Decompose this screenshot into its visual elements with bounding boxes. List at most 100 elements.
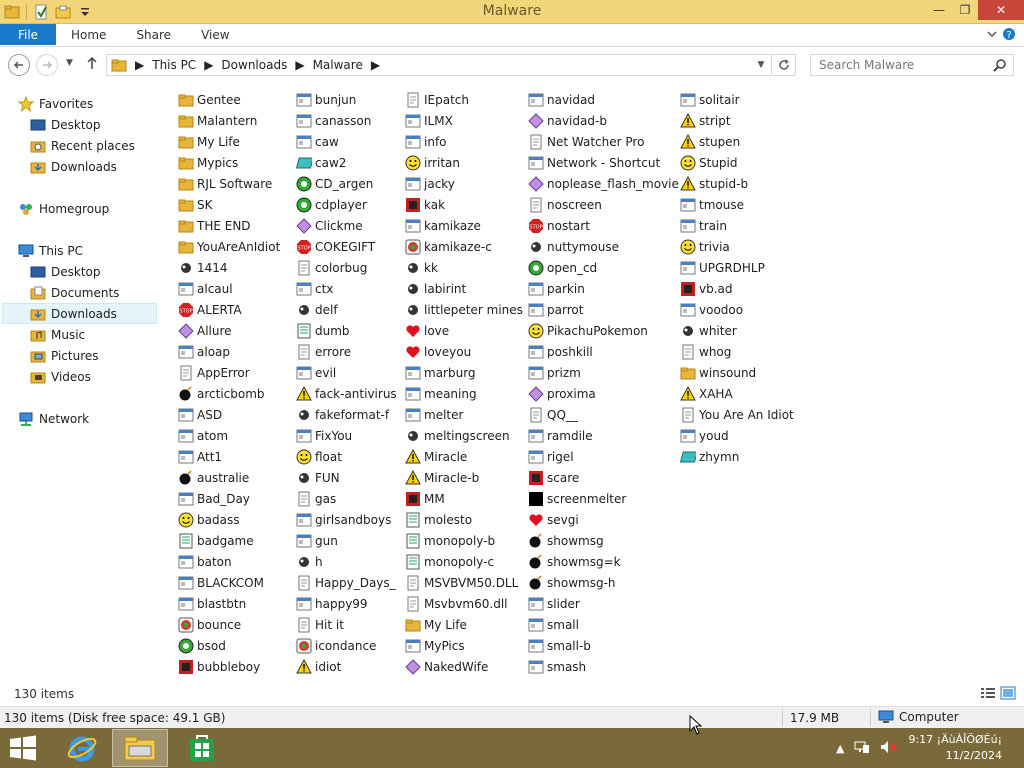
file-item[interactable]: FixYou bbox=[296, 425, 397, 446]
up-button[interactable] bbox=[86, 56, 98, 74]
file-item[interactable]: small-b bbox=[528, 635, 679, 656]
file-item[interactable]: arcticbomb bbox=[178, 383, 280, 404]
file-item[interactable]: STOP ALERTA bbox=[178, 299, 280, 320]
file-item[interactable]: parrot bbox=[528, 299, 679, 320]
file-item[interactable]: bunjun bbox=[296, 89, 397, 110]
file-item[interactable]: aloap bbox=[178, 341, 280, 362]
tab-file[interactable]: File bbox=[0, 24, 56, 45]
minimize-button[interactable]: — bbox=[926, 0, 952, 20]
file-item[interactable]: showmsg-h bbox=[528, 572, 679, 593]
network-tray-icon[interactable] bbox=[854, 740, 870, 757]
address-dropdown-button[interactable]: ▼ bbox=[753, 55, 769, 75]
breadcrumb-this-pc[interactable]: This PC bbox=[152, 58, 196, 72]
expand-ribbon-icon[interactable] bbox=[986, 28, 998, 43]
file-item[interactable]: showmsg=k bbox=[528, 551, 679, 572]
file-item[interactable]: 1414 bbox=[178, 257, 280, 278]
show-hidden-icons-icon[interactable]: ▲ bbox=[836, 742, 844, 755]
file-item[interactable]: YouAreAnIdiot bbox=[178, 236, 280, 257]
file-item[interactable]: MSVBVM50.DLL bbox=[405, 572, 523, 593]
file-item[interactable]: CD_argen bbox=[296, 173, 397, 194]
file-item[interactable]: scare bbox=[528, 467, 679, 488]
volume-muted-icon[interactable] bbox=[880, 740, 898, 757]
file-item[interactable]: atom bbox=[178, 425, 280, 446]
file-item[interactable]: monopoly-b bbox=[405, 530, 523, 551]
large-icons-view-icon[interactable] bbox=[1000, 686, 1016, 703]
file-item[interactable]: sevgi bbox=[528, 509, 679, 530]
file-item[interactable]: QQ__ bbox=[528, 404, 679, 425]
nav-documents[interactable]: Documents bbox=[30, 282, 119, 303]
file-item[interactable]: float bbox=[296, 446, 397, 467]
file-item[interactable]: STOP nostart bbox=[528, 215, 679, 236]
file-item[interactable]: baton bbox=[178, 551, 280, 572]
file-item[interactable]: delf bbox=[296, 299, 397, 320]
file-item[interactable]: badass bbox=[178, 509, 280, 530]
file-item[interactable]: You Are An Idiot bbox=[680, 404, 794, 425]
file-item[interactable]: monopoly-c bbox=[405, 551, 523, 572]
file-item[interactable]: bsod bbox=[178, 635, 280, 656]
file-item[interactable]: voodoo bbox=[680, 299, 794, 320]
file-item[interactable]: ILMX bbox=[405, 110, 523, 131]
file-item[interactable]: stupen bbox=[680, 131, 794, 152]
file-item[interactable]: Att1 bbox=[178, 446, 280, 467]
file-item[interactable]: small bbox=[528, 614, 679, 635]
file-item[interactable]: Miracle-b bbox=[405, 467, 523, 488]
chevron-right-icon[interactable]: ▶ bbox=[135, 58, 144, 72]
chevron-right-icon[interactable]: ▶ bbox=[371, 58, 380, 72]
start-button[interactable] bbox=[8, 735, 38, 761]
file-item[interactable]: winsound bbox=[680, 362, 794, 383]
file-item[interactable]: vb.ad bbox=[680, 278, 794, 299]
search-input[interactable] bbox=[811, 58, 987, 72]
file-item[interactable]: trivia bbox=[680, 236, 794, 257]
nav-recent-places[interactable]: Recent places bbox=[30, 135, 135, 156]
chevron-right-icon[interactable]: ▶ bbox=[204, 58, 213, 72]
file-item[interactable]: Allure bbox=[178, 320, 280, 341]
file-item[interactable]: canasson bbox=[296, 110, 397, 131]
file-item[interactable]: gun bbox=[296, 530, 397, 551]
file-item[interactable]: girlsandboys bbox=[296, 509, 397, 530]
file-item[interactable]: noplease_flash_movie bbox=[528, 173, 679, 194]
file-item[interactable]: meaning bbox=[405, 383, 523, 404]
file-item[interactable]: PikachuPokemon bbox=[528, 320, 679, 341]
nav-favorites[interactable]: Favorites bbox=[18, 93, 93, 114]
taskbar-internet-explorer[interactable] bbox=[54, 729, 110, 767]
taskbar-clock[interactable]: 9:17 ¡ÄùÀÎÖØÉú¡ 11/2/2024 bbox=[908, 732, 1024, 764]
file-item[interactable]: molesto bbox=[405, 509, 523, 530]
file-item[interactable]: fakeformat-f bbox=[296, 404, 397, 425]
file-item[interactable]: dumb bbox=[296, 320, 397, 341]
file-item[interactable]: Happy_Days_ bbox=[296, 572, 397, 593]
file-item[interactable]: kk bbox=[405, 257, 523, 278]
refresh-button[interactable] bbox=[771, 55, 795, 75]
file-item[interactable]: marburg bbox=[405, 362, 523, 383]
taskbar-store[interactable] bbox=[174, 729, 230, 767]
file-item[interactable]: solitair bbox=[680, 89, 794, 110]
back-button[interactable] bbox=[8, 54, 30, 76]
nav-desktop-favorite[interactable]: Desktop bbox=[30, 114, 101, 135]
breadcrumb-downloads[interactable]: Downloads bbox=[221, 58, 287, 72]
file-item[interactable]: MyPics bbox=[405, 635, 523, 656]
file-item[interactable]: h bbox=[296, 551, 397, 572]
nav-homegroup[interactable]: Homegroup bbox=[18, 198, 109, 219]
file-item[interactable]: nuttymouse bbox=[528, 236, 679, 257]
nav-this-pc[interactable]: This PC bbox=[18, 240, 83, 261]
tab-share[interactable]: Share bbox=[121, 24, 186, 46]
file-item[interactable]: loveyou bbox=[405, 341, 523, 362]
file-item[interactable]: labirint bbox=[405, 278, 523, 299]
file-item[interactable]: fack-antivirus bbox=[296, 383, 397, 404]
file-item[interactable]: navidad-b bbox=[528, 110, 679, 131]
breadcrumb-malware[interactable]: Malware bbox=[313, 58, 363, 72]
file-item[interactable]: kamikaze-c bbox=[405, 236, 523, 257]
file-item[interactable]: jacky bbox=[405, 173, 523, 194]
file-item[interactable]: My Life bbox=[405, 614, 523, 635]
maximize-button[interactable]: ❐ bbox=[952, 0, 978, 20]
search-icon[interactable] bbox=[993, 58, 1007, 75]
file-item[interactable]: stupid-b bbox=[680, 173, 794, 194]
file-item[interactable]: cdplayer bbox=[296, 194, 397, 215]
details-view-icon[interactable] bbox=[980, 686, 996, 703]
taskbar-file-explorer[interactable] bbox=[112, 729, 168, 767]
file-item[interactable]: RJL Software bbox=[178, 173, 280, 194]
file-item[interactable]: whiter bbox=[680, 320, 794, 341]
chevron-right-icon[interactable]: ▶ bbox=[295, 58, 304, 72]
file-item[interactable]: bubbleboy bbox=[178, 656, 280, 677]
file-item[interactable]: meltingscreen bbox=[405, 425, 523, 446]
file-item[interactable]: ASD bbox=[178, 404, 280, 425]
